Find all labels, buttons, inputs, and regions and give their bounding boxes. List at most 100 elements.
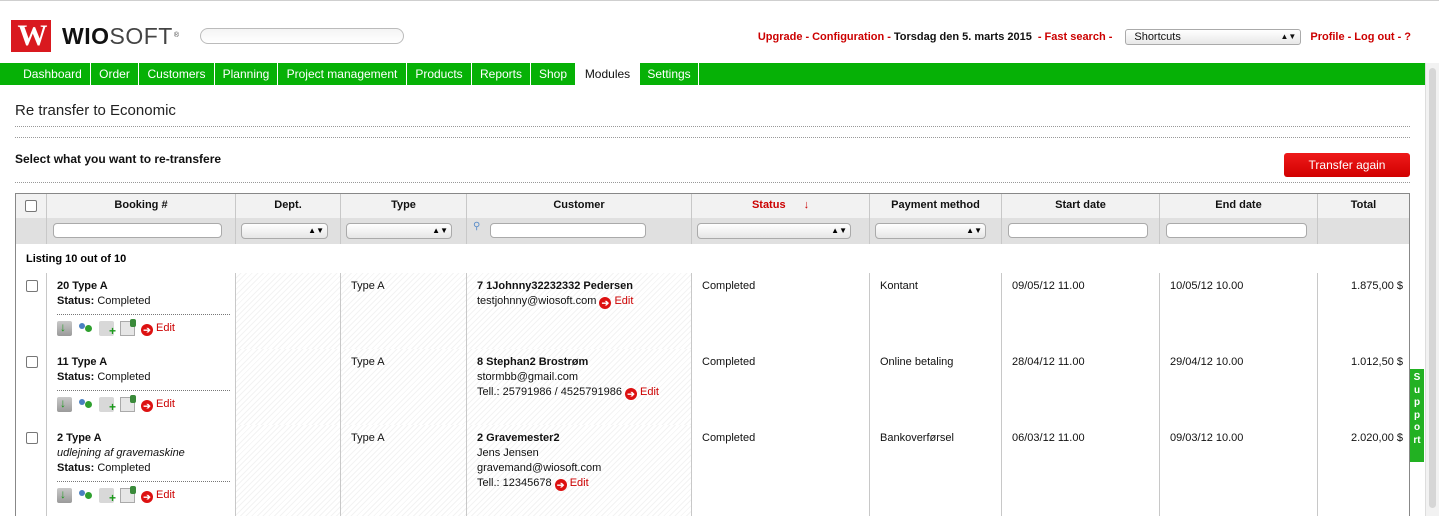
table-row[interactable]: 20 Type A Status: Completed ➔Edit Type A… (16, 273, 1409, 350)
row-checkbox[interactable] (26, 432, 38, 444)
nav-project-management[interactable]: Project management (278, 63, 407, 85)
booking-status: Completed (97, 462, 151, 474)
shortcuts-label: Shortcuts (1134, 31, 1181, 43)
filter-booking-input[interactable] (53, 223, 222, 238)
header-search-input[interactable] (200, 28, 404, 44)
add-address-icon[interactable] (99, 397, 116, 415)
col-payment[interactable]: Payment method (870, 194, 1002, 218)
nav-customers[interactable]: Customers (139, 63, 215, 85)
brand-light: SOFT (109, 23, 173, 49)
filter-start-input[interactable] (1008, 223, 1148, 238)
listing-info-row: Listing 10 out of 10 (16, 244, 1409, 274)
brand-mark: ® (173, 32, 180, 39)
booking-status: Completed (97, 371, 151, 383)
col-booking[interactable]: Booking # (47, 194, 236, 218)
edit-customer-link[interactable]: ➔ Edit (625, 386, 659, 400)
start-date-cell: 09/05/12 11.00 (1002, 273, 1160, 349)
edit-customer-link[interactable]: ➔ Edit (599, 295, 633, 309)
edit-booking-link[interactable]: ➔ Edit (141, 398, 175, 412)
listing-count: Listing 10 out of 10 (26, 253, 127, 265)
select-all-checkbox[interactable] (25, 200, 37, 212)
configuration-link[interactable]: Configuration (812, 30, 884, 44)
total-cell: 1.875,00 $ (1351, 280, 1403, 292)
fast-search-link[interactable]: Fast search (1045, 30, 1106, 44)
wiosoft-logo-icon[interactable]: W (11, 20, 51, 52)
upgrade-link[interactable]: Upgrade (758, 30, 803, 44)
col-type[interactable]: Type (341, 194, 467, 218)
shortcuts-select[interactable]: Shortcuts ▲▼ (1125, 29, 1302, 45)
customer-name[interactable]: 7 1Johnny32232332 Pedersen (477, 279, 681, 294)
col-status[interactable]: Status ↓ (692, 194, 870, 218)
add-address-icon[interactable] (99, 321, 116, 339)
edit-booking-link[interactable]: ➔ Edit (141, 322, 175, 336)
download-icon[interactable] (57, 487, 72, 503)
col-end[interactable]: End date (1160, 194, 1318, 218)
page-scrollbar[interactable] (1425, 63, 1439, 516)
nav-modules[interactable]: Modules (576, 63, 640, 85)
col-dept[interactable]: Dept. (236, 194, 341, 218)
booking-status: Completed (97, 295, 151, 307)
transfer-again-button[interactable]: Transfer again (1284, 153, 1410, 177)
filter-payment-select[interactable]: ▲▼ (875, 223, 986, 239)
download-icon[interactable] (57, 396, 72, 412)
mail-user-icon[interactable] (120, 395, 136, 412)
users-icon[interactable] (78, 321, 93, 336)
filter-status-select[interactable]: ▲▼ (697, 223, 851, 239)
end-date-cell: 10/05/12 10.00 (1160, 273, 1318, 349)
arrow-right-icon: ➔ (625, 388, 638, 400)
nav-products[interactable]: Products (407, 63, 472, 85)
support-tab[interactable]: Support (1410, 369, 1424, 462)
users-icon[interactable] (78, 397, 93, 412)
row-actions: ➔Edit (57, 481, 230, 506)
row-checkbox[interactable] (26, 280, 38, 292)
customer-cell: 8 Stephan2 Brostrøm stormbb@gmail.com Te… (467, 349, 692, 425)
mail-user-icon[interactable] (120, 486, 136, 503)
col-start[interactable]: Start date (1002, 194, 1160, 218)
table-row[interactable]: 2 Type A udlejning af gravemaskine Statu… (16, 425, 1409, 516)
booking-number[interactable]: 20 Type A (57, 279, 225, 294)
nav-reports[interactable]: Reports (472, 63, 531, 85)
row-checkbox[interactable] (26, 356, 38, 368)
scrollbar-thumb[interactable] (1429, 68, 1436, 508)
filter-customer-input[interactable] (490, 223, 646, 238)
edit-booking-link[interactable]: ➔ Edit (141, 489, 175, 503)
customer-name[interactable]: 8 Stephan2 Brostrøm (477, 355, 681, 370)
nav-settings[interactable]: Settings (640, 63, 699, 85)
booking-number[interactable]: 2 Type A (57, 431, 225, 446)
edit-customer-link[interactable]: ➔ Edit (554, 477, 589, 491)
arrow-right-icon: ➔ (141, 400, 153, 412)
dept-cell (236, 425, 341, 516)
customer-contact: Jens Jensen (477, 447, 539, 459)
start-date-cell: 06/03/12 11.00 (1002, 425, 1160, 516)
brand-bold: WIO (62, 23, 110, 49)
customer-cell: 2 Gravemester2 Jens Jensen gravemand@wio… (467, 425, 692, 516)
add-address-icon[interactable] (99, 488, 116, 506)
logout-link[interactable]: Log out (1354, 30, 1394, 44)
nav-planning[interactable]: Planning (215, 63, 278, 85)
nav-order[interactable]: Order (91, 63, 139, 85)
col-customer[interactable]: Customer (467, 194, 692, 218)
download-icon[interactable] (57, 320, 72, 336)
customer-name[interactable]: 2 Gravemester2 (477, 431, 681, 446)
status-label: Status: (57, 462, 95, 474)
col-total[interactable]: Total (1318, 194, 1409, 218)
filter-type-select[interactable]: ▲▼ (346, 223, 452, 239)
customer-phone: Tell.: 25791986 / 4525791986 (477, 386, 622, 398)
payment-cell: Kontant (870, 273, 1002, 349)
filter-end-input[interactable] (1166, 223, 1307, 238)
filter-dept-select[interactable]: ▲▼ (241, 223, 328, 239)
type-cell: Type A (341, 273, 467, 349)
customer-email: stormbb@gmail.com (477, 371, 579, 383)
nav-shop[interactable]: Shop (531, 63, 576, 85)
nav-dashboard[interactable]: Dashboard (15, 63, 91, 85)
mail-user-icon[interactable] (120, 319, 136, 336)
help-link[interactable]: ? (1404, 30, 1411, 44)
users-icon[interactable] (78, 488, 93, 503)
start-date-cell: 28/04/12 11.00 (1002, 349, 1160, 425)
col-status-label: Status (751, 199, 786, 211)
table-row[interactable]: 11 Type A Status: Completed ➔Edit Type A… (16, 349, 1409, 426)
select-arrows-icon: ▲▼ (432, 226, 448, 235)
customer-phone: Tell.: 12345678 (477, 477, 552, 489)
profile-link[interactable]: Profile (1310, 30, 1344, 44)
booking-number[interactable]: 11 Type A (57, 355, 225, 370)
